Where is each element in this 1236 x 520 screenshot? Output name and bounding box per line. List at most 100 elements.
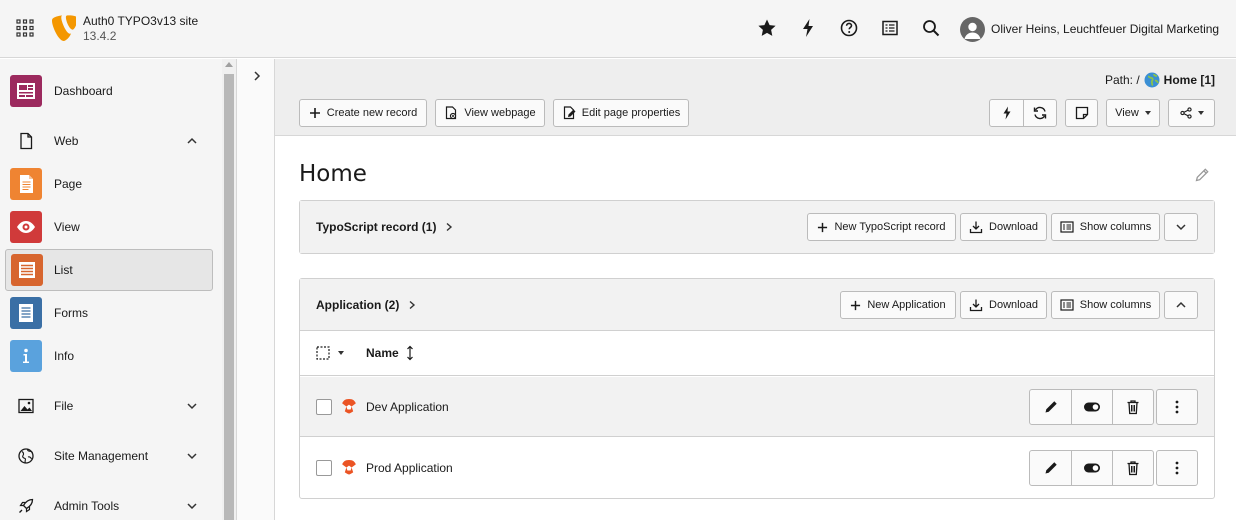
record-name[interactable]: Dev Application	[366, 400, 449, 414]
sidebar-item-list[interactable]: List	[5, 249, 213, 291]
info-icon	[10, 340, 42, 372]
scroll-up-arrow-icon[interactable]	[225, 62, 233, 67]
panel-header: TypoScript record (1) New TypoScript rec…	[300, 201, 1214, 253]
sidebar-item-page[interactable]: Page	[0, 163, 222, 205]
edit-page-properties-button[interactable]: Edit page properties	[553, 99, 689, 127]
chevron-down-icon[interactable]	[186, 450, 198, 462]
table-row[interactable]: Dev Application	[300, 377, 1214, 437]
more-actions-button[interactable]	[1156, 450, 1198, 486]
row-checkbox[interactable]	[316, 460, 332, 476]
sidebar-item-forms[interactable]: Forms	[0, 292, 222, 334]
collapse-panel-button[interactable]	[1164, 291, 1198, 319]
pencil-icon	[1045, 401, 1057, 413]
typo3-logo-icon[interactable]	[52, 15, 76, 41]
button-label: New Application	[867, 299, 946, 311]
image-icon	[16, 396, 36, 416]
button-label: View webpage	[464, 107, 536, 119]
chevron-right-icon[interactable]	[251, 70, 263, 82]
sidebar-group-admin-tools[interactable]: Admin Tools	[0, 485, 222, 520]
typoscript-record-panel: TypoScript record (1) New TypoScript rec…	[299, 200, 1215, 254]
page-title: Home	[299, 161, 367, 187]
toggle-on-icon	[1084, 463, 1100, 473]
name-column-sort[interactable]: Name	[366, 345, 415, 361]
plus-icon	[851, 300, 861, 310]
refresh-icon	[1033, 106, 1047, 120]
show-columns-button[interactable]: Show columns	[1051, 291, 1160, 319]
sidebar-item-label: Page	[54, 177, 83, 191]
path-current-page[interactable]: Home [1]	[1164, 73, 1215, 87]
topbar: Auth0 TYPO3v13 site 13.4.2 Oliver Heins,…	[0, 0, 1236, 58]
view-dropdown-button[interactable]: View	[1106, 99, 1160, 127]
user-menu[interactable]: Oliver Heins, Leuchtfeuer Digital Market…	[960, 16, 1219, 42]
chevron-up-icon[interactable]	[186, 135, 198, 147]
list-icon	[11, 254, 43, 286]
download-button[interactable]: Download	[960, 213, 1047, 241]
sidebar-group-file[interactable]: File	[0, 385, 222, 427]
sidebar-item-info[interactable]: Info	[0, 335, 222, 377]
sidebar-item-dashboard[interactable]: Dashboard	[0, 70, 222, 112]
create-new-record-button[interactable]: Create new record	[299, 99, 427, 127]
record-name[interactable]: Prod Application	[366, 461, 453, 475]
caret-down-icon	[1144, 111, 1151, 115]
select-all-dropdown[interactable]	[316, 346, 344, 360]
edit-record-button[interactable]	[1030, 451, 1071, 485]
row-checkbox[interactable]	[316, 399, 332, 415]
bookmark-page-button[interactable]	[1065, 99, 1098, 127]
new-application-button[interactable]: New Application	[840, 291, 956, 319]
edit-record-button[interactable]	[1030, 390, 1071, 424]
sidebar-item-label: Dashboard	[54, 84, 113, 98]
delete-record-button[interactable]	[1112, 451, 1153, 485]
download-button[interactable]: Download	[960, 291, 1047, 319]
chevron-down-icon[interactable]	[186, 500, 198, 512]
more-actions-button[interactable]	[1156, 389, 1198, 425]
caret-down-icon	[1197, 111, 1204, 115]
search-icon[interactable]	[921, 18, 941, 38]
ellipsis-vertical-icon	[1175, 461, 1179, 475]
site-root-globe-icon	[1144, 72, 1160, 88]
flash-clear-cache-icon[interactable]	[798, 18, 818, 38]
sidebar-item-label: File	[54, 399, 74, 413]
user-avatar-icon	[964, 22, 981, 39]
panel-title-toggle[interactable]: Application (2)	[316, 298, 417, 312]
share-dropdown-button[interactable]	[1168, 99, 1215, 127]
breadcrumb: Path: / Home [1]	[1105, 72, 1215, 88]
expand-panel-button[interactable]	[1164, 213, 1198, 241]
toggle-visibility-button[interactable]	[1071, 390, 1112, 424]
view-webpage-button[interactable]: View webpage	[435, 99, 545, 127]
module-menu-grid-icon[interactable]	[16, 19, 34, 37]
sidebar-item-label: Site Management	[54, 449, 149, 463]
chevron-down-icon[interactable]	[186, 400, 198, 412]
reload-button[interactable]	[1023, 100, 1056, 126]
sidebar-item-label: Forms	[54, 306, 88, 320]
button-label: Download	[989, 221, 1038, 233]
chevron-down-icon	[1176, 224, 1186, 231]
sidebar-scrollbar[interactable]	[222, 59, 236, 520]
site-name: Auth0 TYPO3v13 site	[83, 14, 199, 28]
record-action-group	[1029, 389, 1154, 425]
sidebar-group-site-management[interactable]: Site Management	[0, 435, 222, 477]
sidebar-item-label: Web	[54, 134, 79, 148]
application-panel: Application (2) New Application Download…	[299, 278, 1215, 499]
toggle-visibility-button[interactable]	[1071, 451, 1112, 485]
pencil-edit-title-icon[interactable]	[1194, 167, 1210, 183]
cache-reload-button-group	[989, 99, 1057, 127]
module-sidebar: Dashboard Web Page View List Forms Info …	[0, 59, 222, 520]
sidebar-item-view[interactable]: View	[0, 206, 222, 248]
panel-title-toggle[interactable]: TypoScript record (1)	[316, 220, 454, 234]
show-columns-button[interactable]: Show columns	[1051, 213, 1160, 241]
eye-icon	[10, 211, 42, 243]
clear-cache-button[interactable]	[990, 100, 1023, 126]
auth0-application-icon	[342, 460, 356, 475]
scrollbar-thumb[interactable]	[224, 74, 234, 520]
sidebar-item-label: Admin Tools	[54, 499, 120, 513]
help-icon[interactable]	[839, 18, 859, 38]
new-typoscript-record-button[interactable]: New TypoScript record	[807, 213, 956, 241]
panel-header: Application (2) New Application Download…	[300, 279, 1214, 331]
delete-record-button[interactable]	[1112, 390, 1153, 424]
trash-icon	[1127, 400, 1139, 415]
sidebar-group-web[interactable]: Web	[0, 120, 222, 162]
table-row[interactable]: Prod Application	[300, 438, 1214, 498]
bookmark-star-icon[interactable]	[757, 18, 777, 38]
toggle-on-icon	[1084, 402, 1100, 412]
system-information-icon[interactable]	[880, 18, 900, 38]
